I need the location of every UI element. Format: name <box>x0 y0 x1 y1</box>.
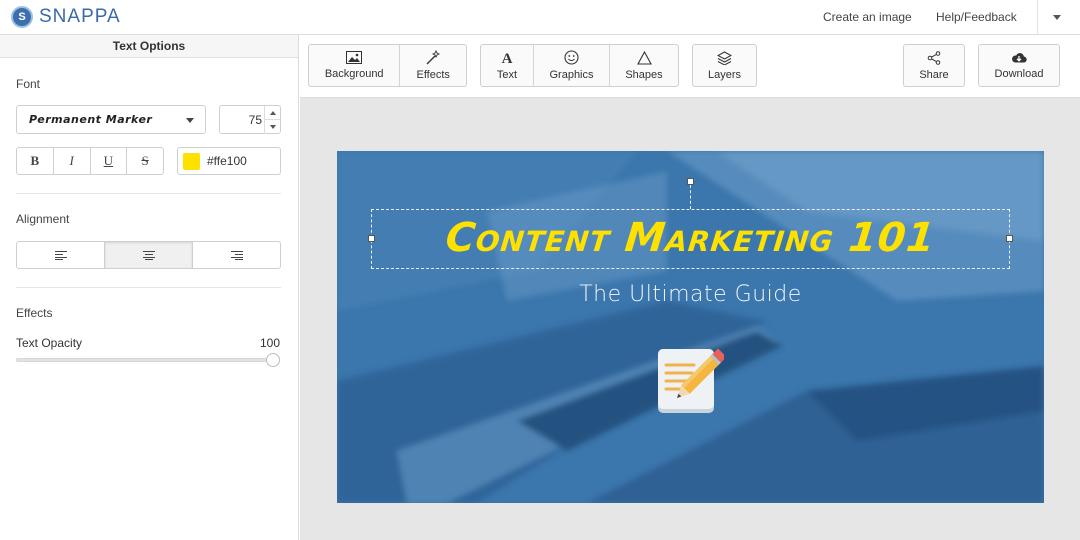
layers-icon <box>717 50 732 65</box>
snappa-logo[interactable]: S SNAPPA <box>11 6 121 28</box>
font-family-dropdown[interactable]: Permanent Marker <box>16 105 206 134</box>
align-left-icon <box>54 250 67 260</box>
effects-label: Effects <box>416 69 450 81</box>
caret-up-icon <box>269 110 276 115</box>
rotate-guide <box>690 185 691 209</box>
top-bar: S SNAPPA Create an image Help/Feedback <box>0 0 1080 35</box>
svg-text:A: A <box>502 51 513 65</box>
text-style-buttons: B I U S <box>16 147 164 175</box>
align-center-icon <box>142 250 155 260</box>
text-opacity-slider-handle[interactable] <box>266 353 280 367</box>
design-canvas[interactable]: Content Marketing 101 The Ultimate Guide <box>337 151 1044 503</box>
share-label: Share <box>919 68 949 81</box>
align-left-button[interactable] <box>17 242 105 268</box>
graphics-label: Graphics <box>549 69 594 81</box>
text-opacity-value: 100 <box>259 336 280 350</box>
download-label: Download <box>994 68 1044 80</box>
help-feedback-link[interactable]: Help/Feedback <box>936 10 1017 24</box>
top-divider <box>1037 0 1038 35</box>
image-icon <box>346 51 363 64</box>
font-family-value: Permanent Marker <box>29 113 153 126</box>
align-right-icon <box>230 250 243 260</box>
account-menu-chevron-down-icon[interactable] <box>1053 15 1061 20</box>
layers-button[interactable]: Layers <box>693 45 756 86</box>
download-button[interactable]: Download <box>979 45 1059 86</box>
selection-box[interactable] <box>371 209 1010 269</box>
alignment-section-label: Alignment <box>16 212 70 226</box>
shapes-button[interactable]: Shapes <box>610 45 678 86</box>
divider <box>16 287 281 288</box>
caret-down-icon <box>269 125 276 129</box>
font-size-increase-button[interactable] <box>264 106 280 120</box>
resize-handle-right[interactable] <box>1006 235 1013 242</box>
toolbar-group-layers: Layers <box>692 44 757 87</box>
layers-label: Layers <box>707 68 742 81</box>
smiley-icon <box>564 50 579 65</box>
strikethrough-button[interactable]: S <box>127 148 163 174</box>
text-opacity-slider[interactable] <box>16 358 279 362</box>
logo-text: SNAPPA <box>39 6 121 27</box>
resize-handle-left[interactable] <box>368 235 375 242</box>
color-swatch <box>183 153 200 170</box>
text-opacity-label: Text Opacity <box>16 336 83 350</box>
toolbar-group-background: Background Effects <box>308 44 467 87</box>
effects-section-label: Effects <box>16 306 53 320</box>
rotate-handle[interactable] <box>687 178 694 185</box>
share-button[interactable]: Share <box>904 45 964 86</box>
effects-button[interactable]: Effects <box>400 45 466 86</box>
toolbar-group-elements: A Text Graphics Shapes <box>480 44 679 87</box>
divider <box>16 193 281 194</box>
font-size-stepper[interactable] <box>219 105 281 134</box>
bold-button[interactable]: B <box>17 148 54 174</box>
italic-button[interactable]: I <box>54 148 91 174</box>
align-right-button[interactable] <box>193 242 280 268</box>
chevron-down-icon <box>186 118 194 123</box>
text-color-picker[interactable]: #ffe100 <box>177 147 281 175</box>
text-options-panel: Text Options Font Permanent Marker B I U… <box>0 35 299 540</box>
text-label: Text <box>496 68 518 81</box>
text-button[interactable]: A Text <box>481 45 534 86</box>
notepad-pencil-icon[interactable] <box>656 345 724 415</box>
graphics-button[interactable]: Graphics <box>534 45 610 86</box>
text-a-icon: A <box>502 51 513 65</box>
underline-button[interactable]: U <box>91 148 128 174</box>
align-center-button[interactable] <box>105 242 193 268</box>
toolbar-group-share: Share <box>903 44 965 87</box>
background-label: Background <box>324 68 384 80</box>
subheadline-text[interactable]: The Ultimate Guide <box>337 282 1044 307</box>
background-button[interactable]: Background <box>309 45 401 86</box>
font-section-label: Font <box>16 77 41 91</box>
alignment-buttons <box>16 241 281 269</box>
toolbar-group-download: Download <box>978 44 1060 87</box>
panel-title: Text Options <box>0 35 298 58</box>
cloud-download-icon <box>1012 53 1027 63</box>
shapes-label: Shapes <box>625 68 663 81</box>
share-icon <box>927 50 941 65</box>
logo-icon: S <box>11 6 33 28</box>
editor-toolbar: Background Effects A Text Graphics Shape… <box>300 35 1080 98</box>
magic-wand-icon <box>426 50 440 65</box>
triangle-icon <box>636 50 652 65</box>
font-size-input[interactable] <box>222 109 262 130</box>
font-size-decrease-button[interactable] <box>264 120 280 134</box>
create-image-link[interactable]: Create an image <box>823 10 912 24</box>
workspace: Content Marketing 101 The Ultimate Guide <box>300 98 1080 540</box>
color-hex-value: #ffe100 <box>207 154 247 168</box>
